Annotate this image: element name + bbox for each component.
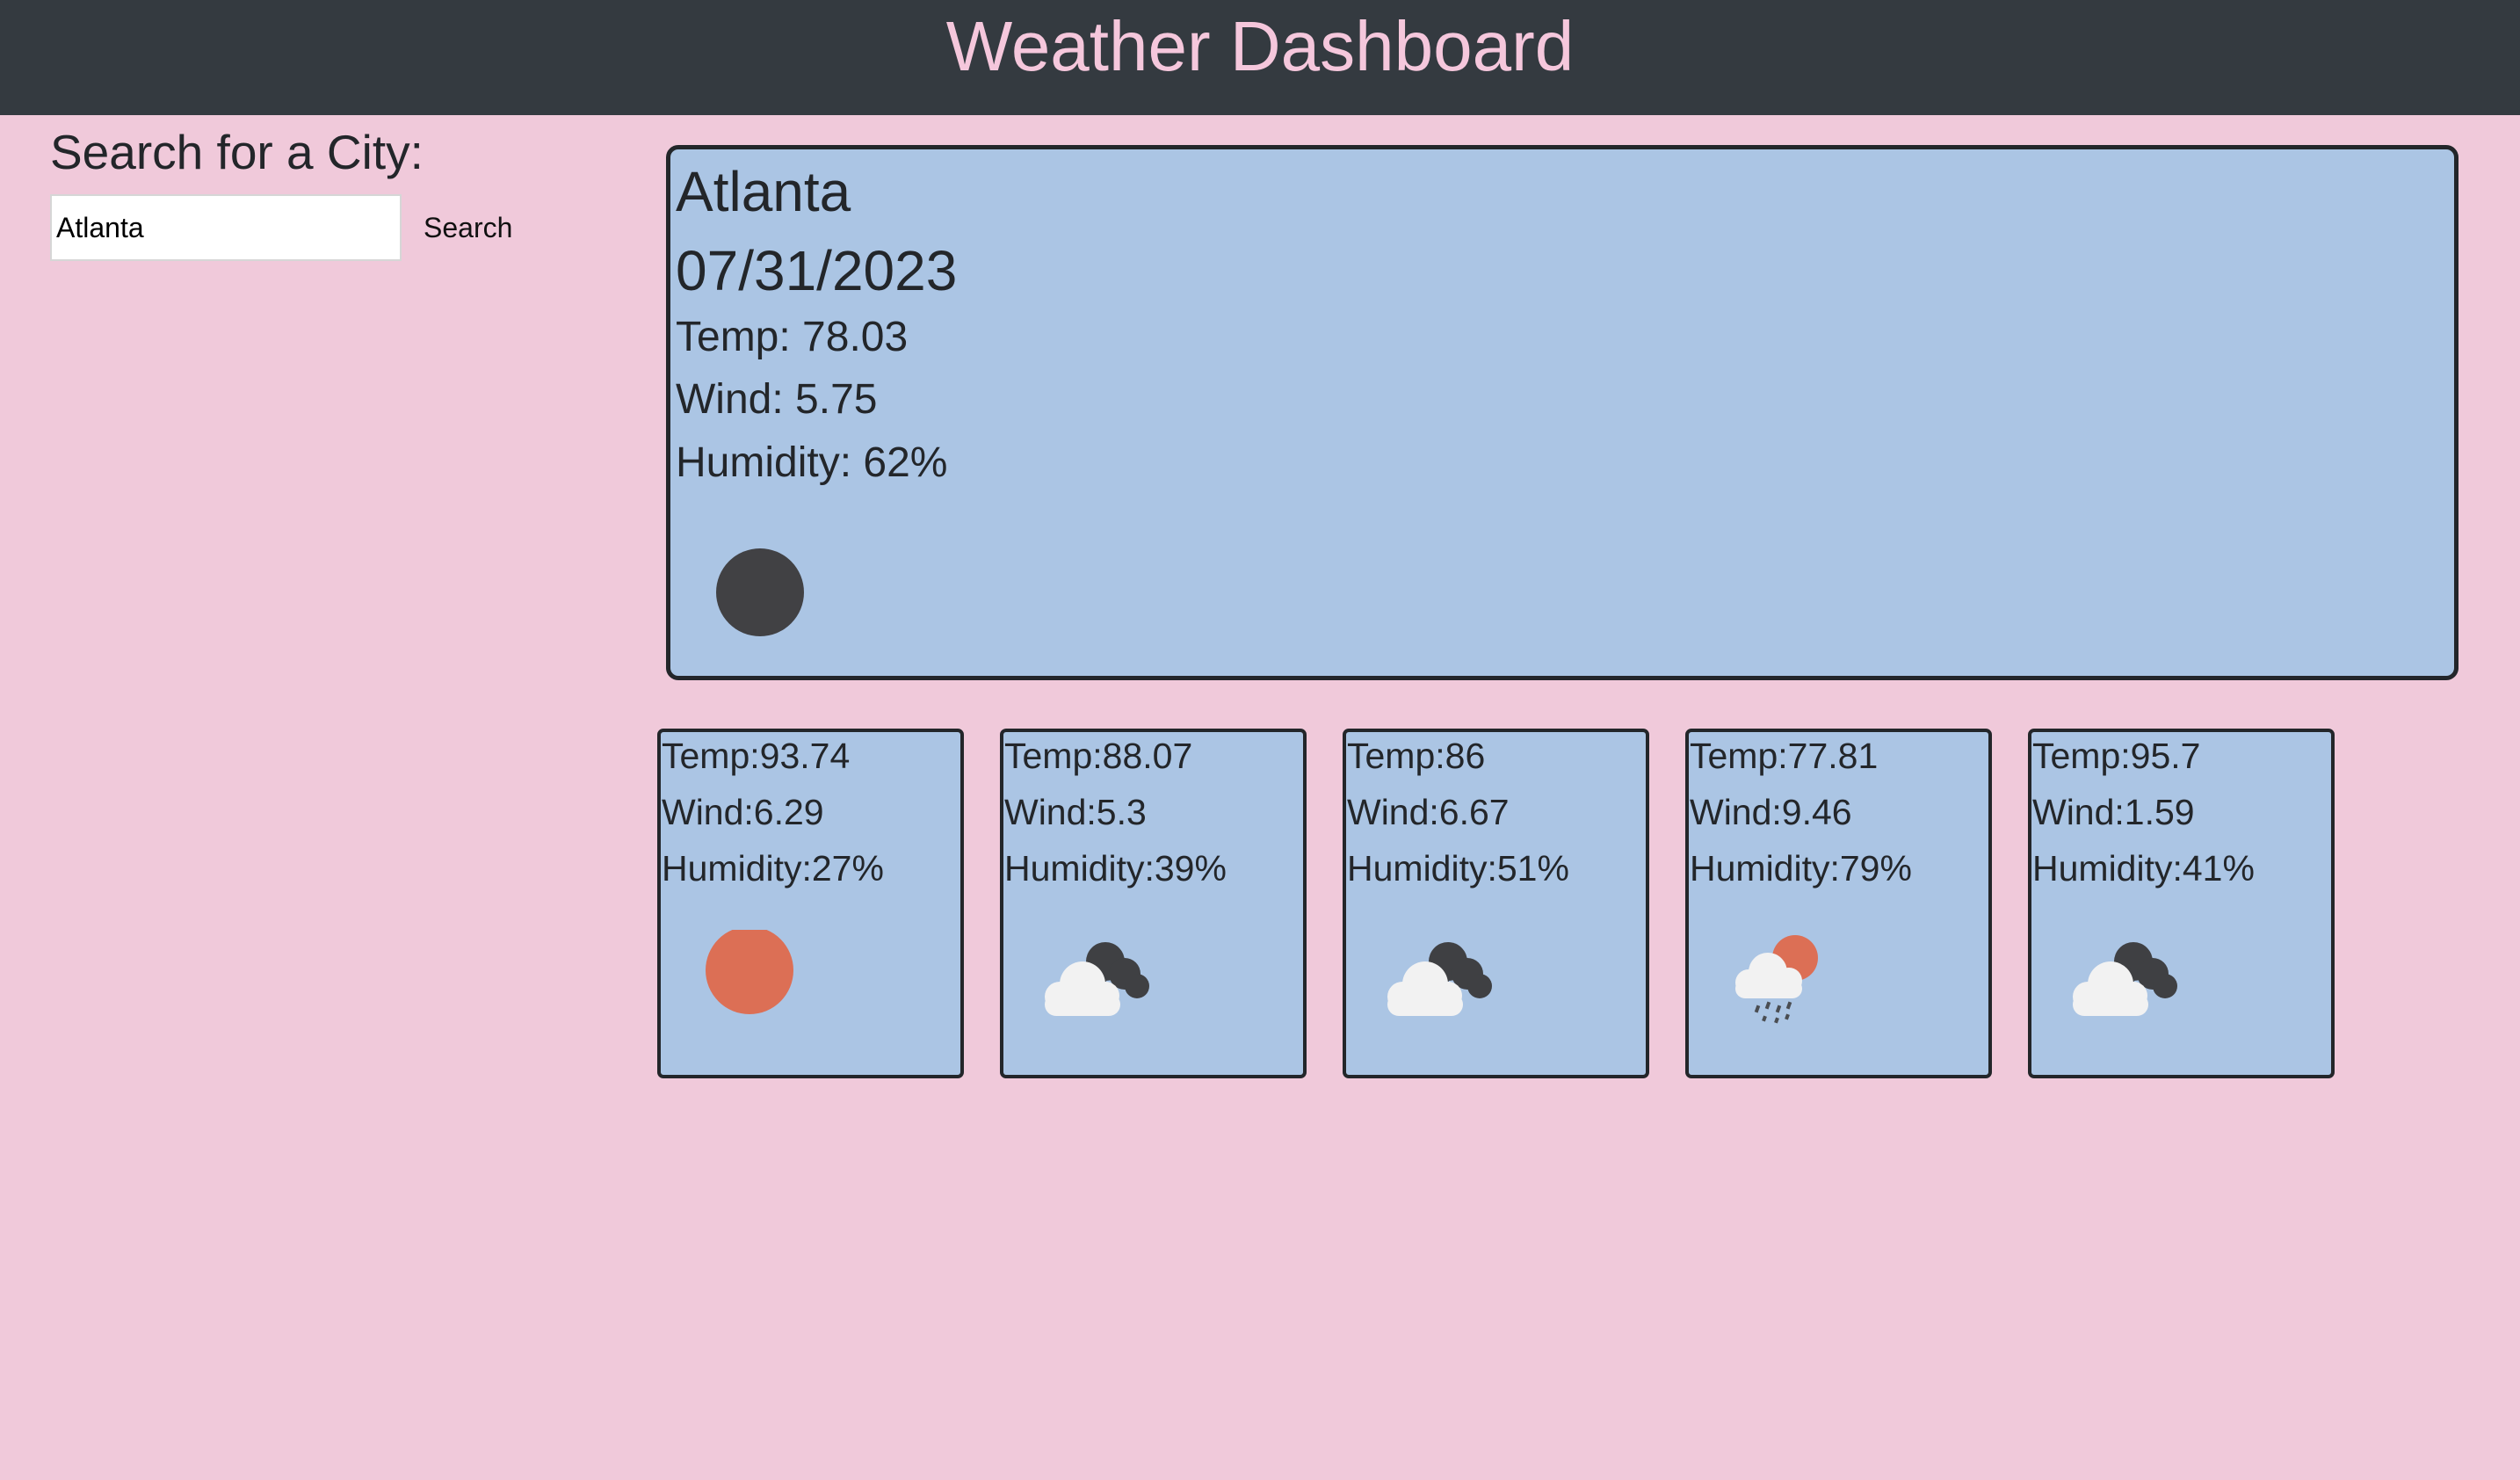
forecast-card: Temp:77.81 Wind:9.46 Humidity:79% [1685, 729, 1992, 1078]
forecast-wind: Wind:1.59 [2032, 792, 2195, 832]
current-date: 07/31/2023 [676, 239, 958, 302]
current-wind: Wind: 5.75 [676, 376, 878, 423]
clear-night-moon-icon [716, 548, 804, 636]
forecast-wind: Wind:9.46 [1690, 792, 1852, 832]
page-header: Weather Dashboard [0, 0, 2520, 115]
current-city: Atlanta [676, 160, 851, 223]
broken-clouds-icon [1026, 930, 1158, 1027]
broken-clouds-icon [1369, 930, 1501, 1027]
forecast-temp: Temp:93.74 [662, 736, 851, 776]
forecast-wind: Wind:5.3 [1004, 792, 1147, 832]
city-search-input[interactable] [50, 194, 402, 261]
forecast-card: Temp:95.7 Wind:1.59 Humidity:41% [2028, 729, 2335, 1078]
forecast-wind: Wind:6.29 [662, 792, 824, 832]
forecast-humidity: Humidity:27% [662, 848, 884, 889]
broken-clouds-icon [2054, 930, 2186, 1027]
forecast-humidity: Humidity:79% [1690, 848, 1912, 889]
forecast-humidity: Humidity:41% [2032, 848, 2255, 889]
forecast-temp: Temp:77.81 [1690, 736, 1879, 776]
forecast-card: Temp:93.74 Wind:6.29 Humidity:27% [657, 729, 964, 1078]
rain-sun-icon [1712, 930, 1843, 1027]
current-temp: Temp: 78.03 [676, 314, 909, 360]
forecast-temp: Temp:95.7 [2032, 736, 2201, 776]
search-label: Search for a City: [50, 125, 424, 179]
forecast-card: Temp:88.07 Wind:5.3 Humidity:39% [1000, 729, 1307, 1078]
forecast-temp: Temp:86 [1347, 736, 1486, 776]
page-title: Weather Dashboard [945, 7, 1575, 85]
current-weather-card: Atlanta 07/31/2023 Temp: 78.03 Wind: 5.7… [666, 145, 2458, 680]
forecast-humidity: Humidity:39% [1004, 848, 1227, 889]
search-button[interactable]: Search [413, 194, 523, 261]
forecast-wind: Wind:6.67 [1347, 792, 1510, 832]
forecast-temp: Temp:88.07 [1004, 736, 1193, 776]
forecast-humidity: Humidity:51% [1347, 848, 1569, 889]
current-humidity: Humidity: 62% [676, 439, 948, 486]
sun-icon [684, 930, 815, 1027]
forecast-card: Temp:86 Wind:6.67 Humidity:51% [1343, 729, 1649, 1078]
